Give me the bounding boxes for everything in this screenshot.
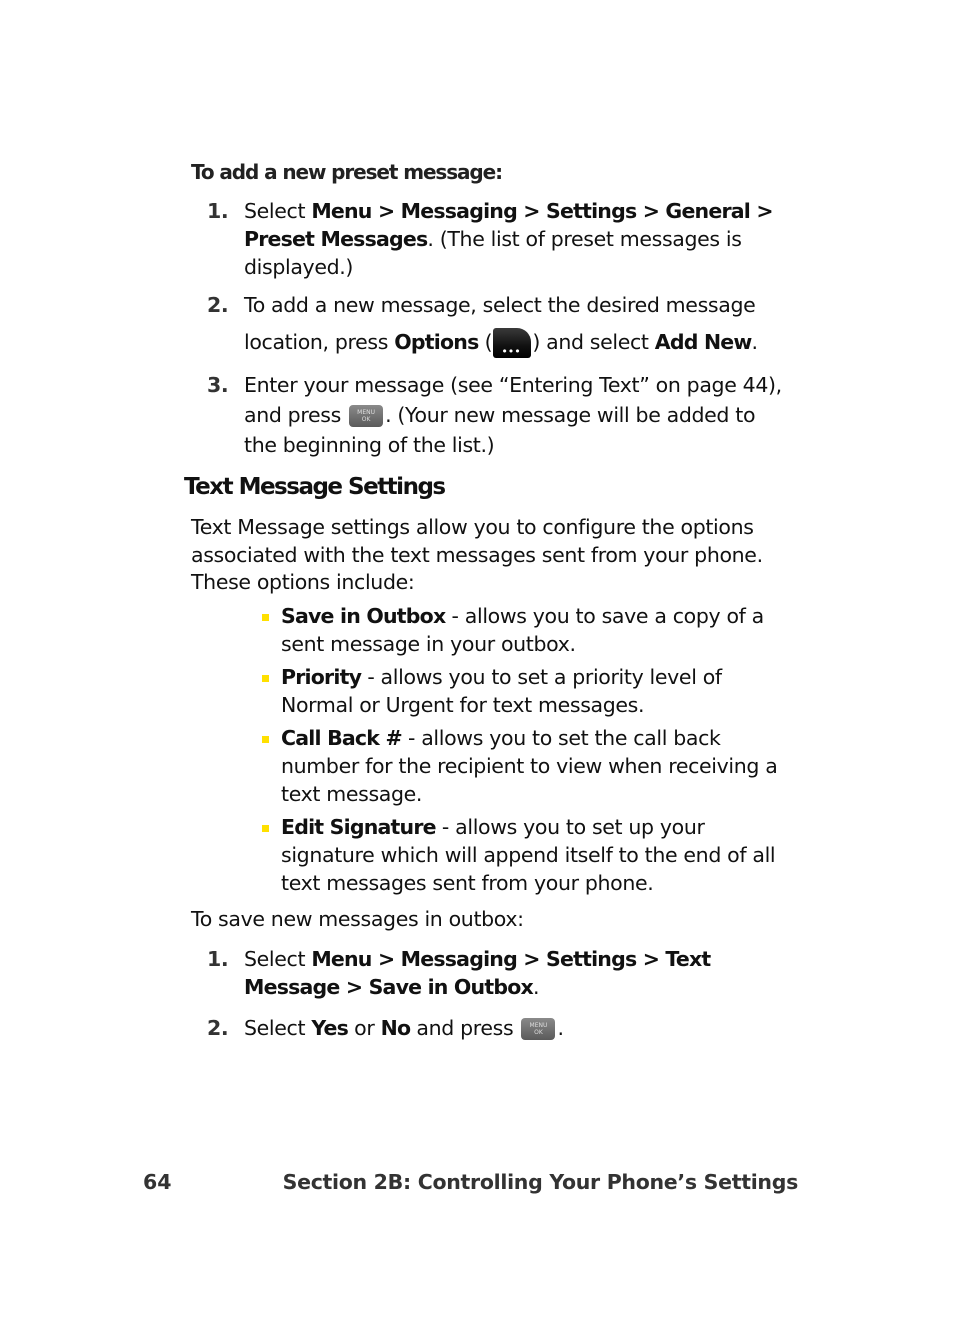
menu-ok-key-icon: MENU OK (521, 1018, 556, 1040)
step-number: 1. (207, 199, 229, 223)
step-number: 3. (207, 373, 229, 397)
bullet-icon (262, 675, 269, 682)
step-text: Select Menu > Messaging > Settings > Gen… (244, 199, 774, 279)
list-item: Edit Signature - allows you to set up yo… (262, 813, 782, 897)
section-heading: Text Message Settings (184, 474, 446, 500)
menu-path: Menu > Messaging > Settings > Text Messa… (244, 947, 711, 999)
bullet-icon (262, 614, 269, 621)
step-number: 2. (207, 1016, 229, 1040)
step-number: 2. (207, 293, 229, 317)
options-label: Options (394, 330, 479, 354)
list-item: Priority - allows you to set a priority … (262, 663, 782, 719)
list-item: Save in Outbox - allows you to save a co… (262, 602, 782, 658)
yes-label: Yes (311, 1016, 348, 1040)
list-item: Call Back # - allows you to set the call… (262, 724, 782, 808)
no-label: No (380, 1016, 411, 1040)
bullet-icon (262, 736, 269, 743)
step-number: 1. (207, 947, 229, 971)
options-softkey-icon (493, 328, 532, 370)
section-intro: Text Message settings allow you to confi… (191, 515, 763, 594)
options-list: Save in Outbox - allows you to save a co… (262, 602, 782, 902)
menu-ok-key-icon: MENU OK (349, 405, 384, 427)
step-text: Select Menu > Messaging > Settings > Tex… (244, 947, 711, 999)
manual-page: To add a new preset message: 1. Select M… (0, 0, 954, 1336)
step-text: To add a new message, select the desired… (244, 287, 789, 370)
bullet-icon (262, 825, 269, 832)
page-number: 64 (143, 1170, 172, 1194)
procedure-title-add-preset: To add a new preset message: (191, 160, 503, 184)
section-footer-title: Section 2B: Controlling Your Phone’s Set… (282, 1170, 799, 1194)
add-new-label: Add New (654, 330, 753, 354)
step-text: Select Yes or No and press MENU OK. (244, 1016, 564, 1040)
step-text: Enter your message (see “Entering Text” … (244, 373, 782, 457)
procedure-title-save-outbox: To save new messages in outbox: (191, 907, 524, 931)
